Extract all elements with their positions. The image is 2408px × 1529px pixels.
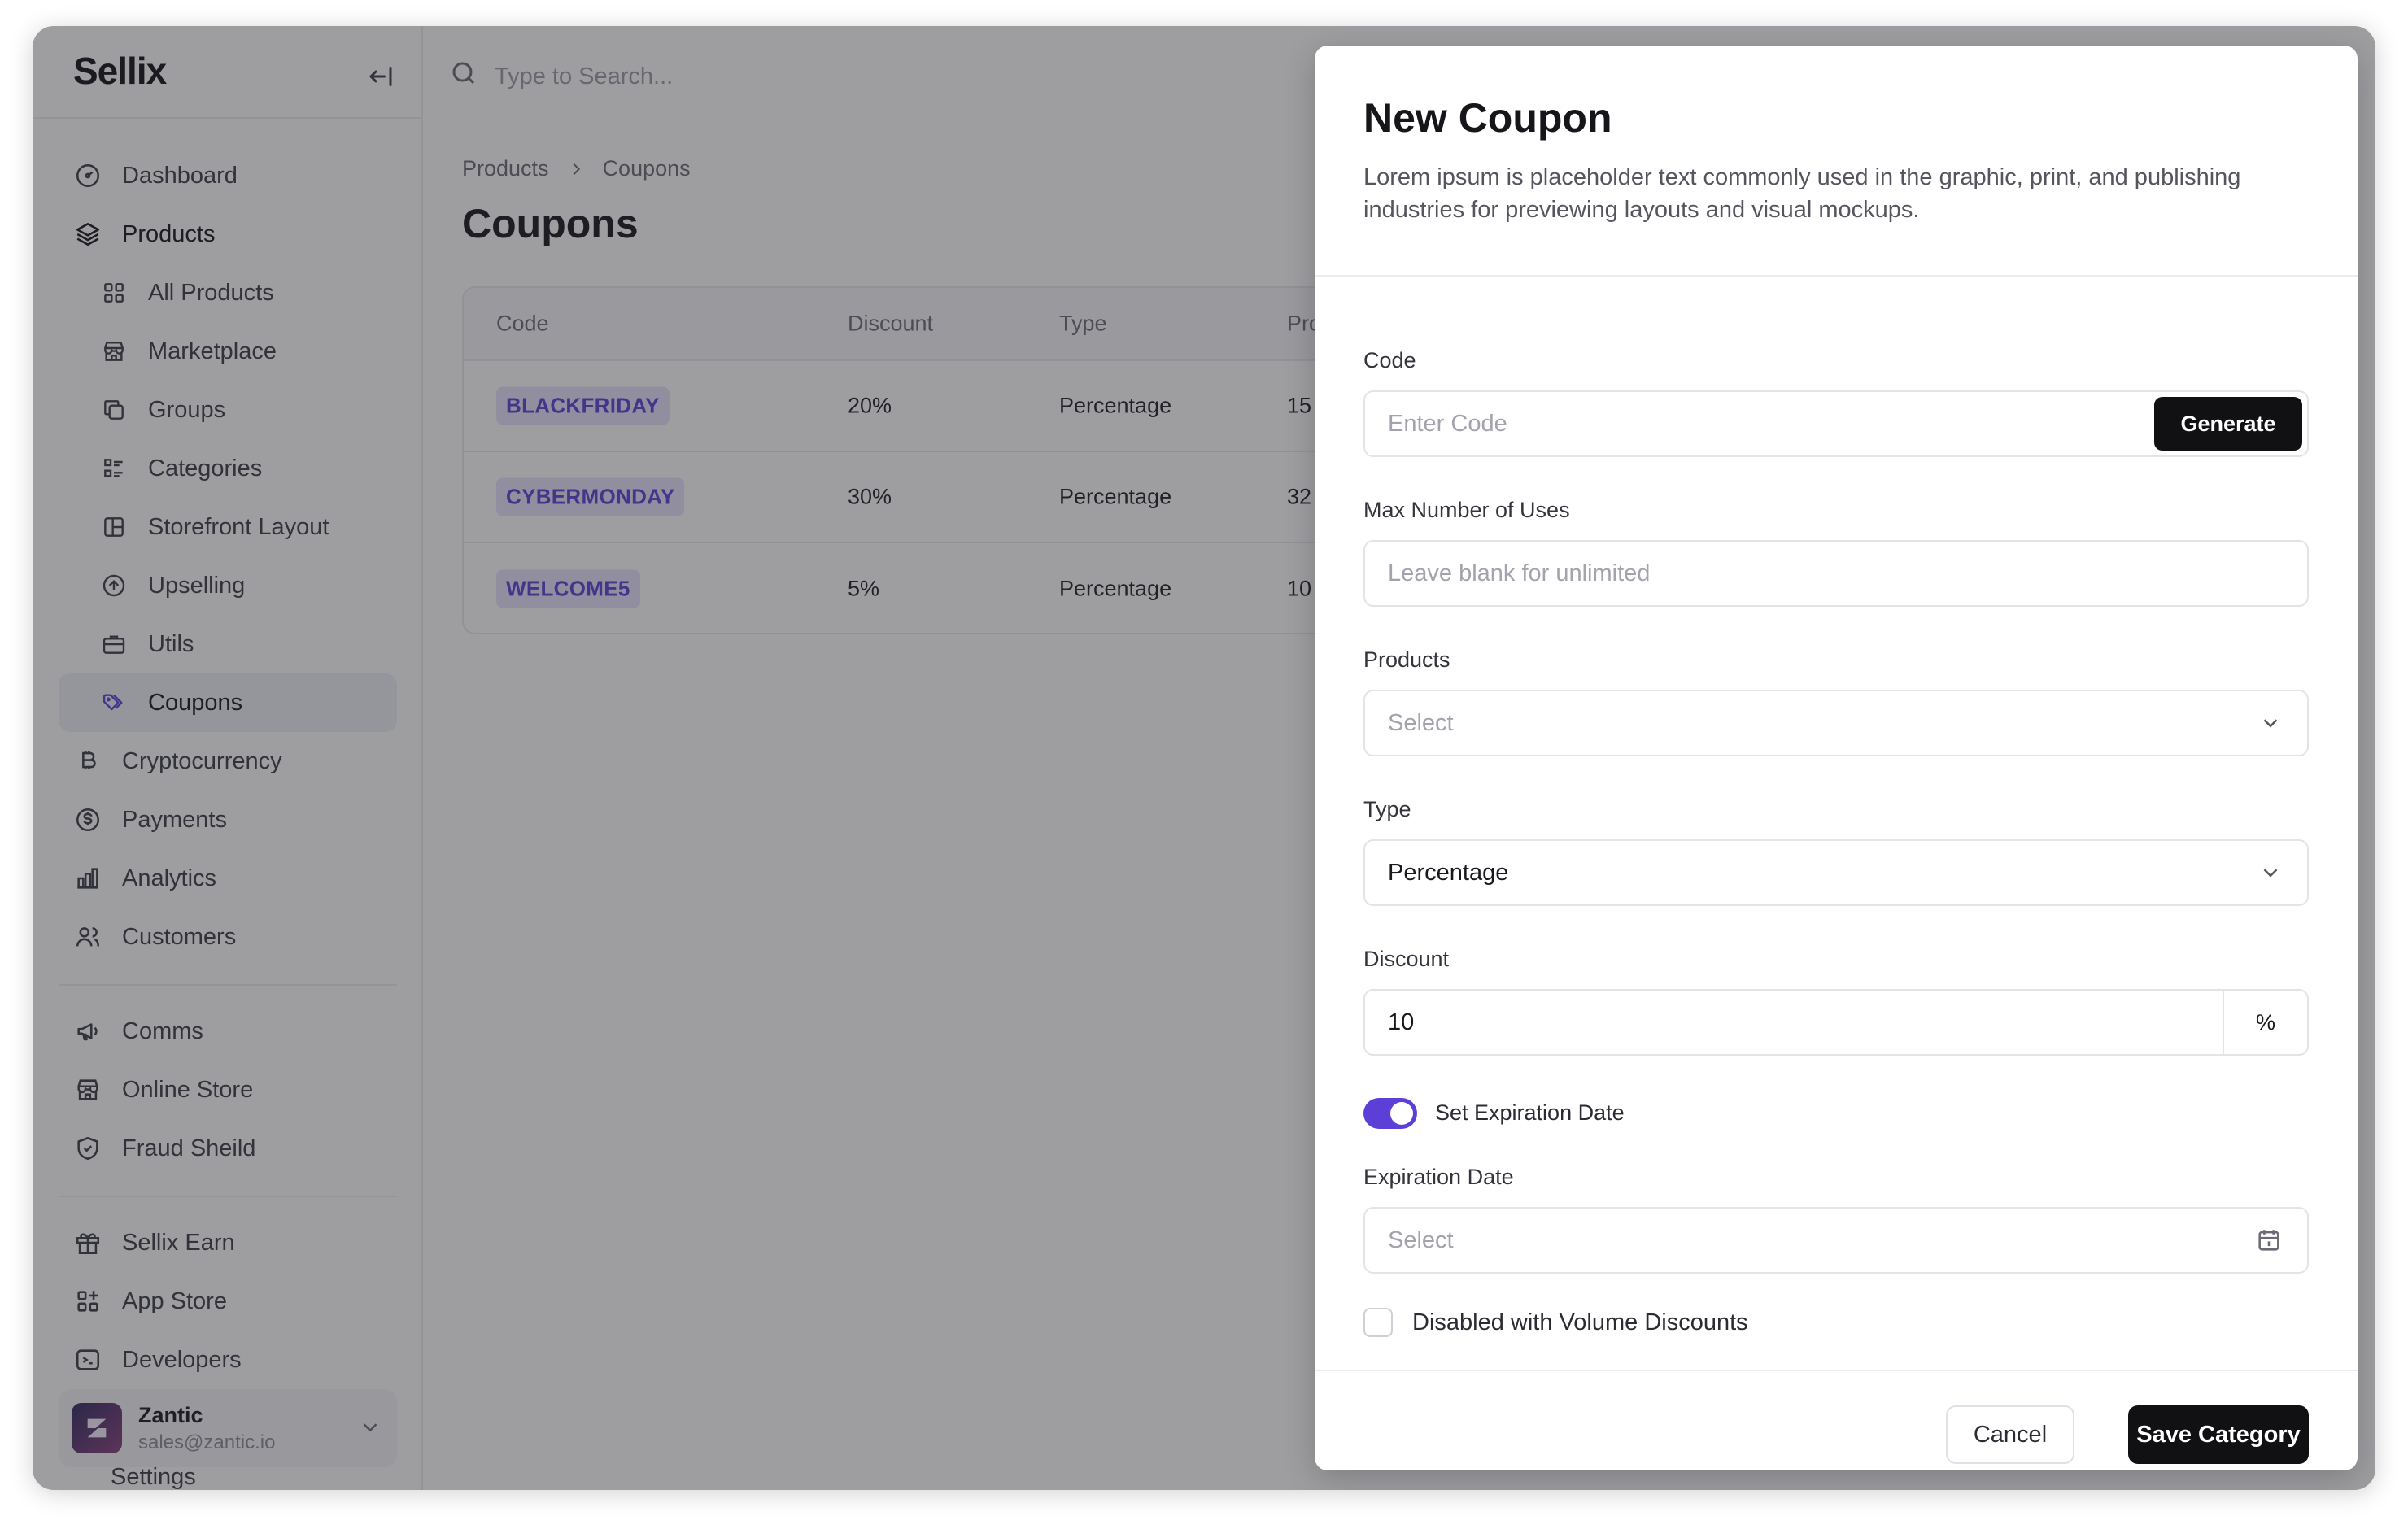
volume-discounts-checkbox[interactable] xyxy=(1363,1308,1393,1337)
discount-label: Discount xyxy=(1363,947,1450,971)
generate-button[interactable]: Generate xyxy=(2154,397,2302,451)
type-select-value: Percentage xyxy=(1388,859,1509,886)
modal-footer-divider xyxy=(1315,1370,2358,1371)
expiration-toggle-label: Set Expiration Date xyxy=(1435,1100,1625,1125)
app-window: Sellix Dashboard Products All Products M… xyxy=(33,26,2375,1490)
percent-suffix: % xyxy=(2223,991,2307,1054)
expiration-date-label: Expiration Date xyxy=(1363,1165,1514,1189)
calendar-icon[interactable] xyxy=(2255,1226,2283,1254)
discount-field[interactable]: 10 % xyxy=(1363,989,2309,1056)
code-placeholder: Enter Code xyxy=(1388,410,1507,437)
expiration-date-picker[interactable]: Select xyxy=(1363,1207,2309,1274)
volume-discounts-label: Disabled with Volume Discounts xyxy=(1412,1309,1748,1335)
code-field[interactable]: Enter Code Generate xyxy=(1363,390,2309,457)
type-label: Type xyxy=(1363,797,1411,821)
type-select[interactable]: Percentage xyxy=(1363,839,2309,906)
cancel-button[interactable]: Cancel xyxy=(1946,1405,2074,1464)
modal-title: New Coupon xyxy=(1363,95,1612,141)
max-uses-field[interactable]: Leave blank for unlimited xyxy=(1363,540,2309,607)
new-coupon-modal: New Coupon Lorem ipsum is placeholder te… xyxy=(1315,46,2358,1470)
products-select-value: Select xyxy=(1388,709,1454,736)
products-select[interactable]: Select xyxy=(1363,690,2309,756)
products-label: Products xyxy=(1363,647,1450,672)
expiration-toggle[interactable] xyxy=(1363,1098,1417,1129)
toggle-knob xyxy=(1390,1102,1413,1125)
expiration-date-value: Select xyxy=(1388,1226,1454,1253)
chevron-down-icon xyxy=(2258,860,2283,885)
save-category-button[interactable]: Save Category xyxy=(2128,1405,2309,1464)
code-label: Code xyxy=(1363,348,1416,372)
chevron-down-icon xyxy=(2258,711,2283,735)
modal-header-divider xyxy=(1315,275,2358,277)
max-uses-label: Max Number of Uses xyxy=(1363,498,1570,522)
modal-description: Lorem ipsum is placeholder text commonly… xyxy=(1363,164,2241,223)
discount-value: 10 xyxy=(1388,1008,1415,1035)
max-uses-placeholder: Leave blank for unlimited xyxy=(1388,560,1651,586)
